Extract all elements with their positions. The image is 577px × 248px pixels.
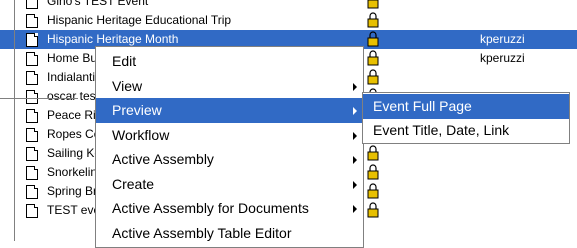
menu-item-edit[interactable]: Edit (96, 49, 363, 74)
menu-item-label: Active Assembly Table Editor (112, 224, 292, 241)
menu-item-label: Preview (112, 102, 162, 118)
menu-item-label: Edit (112, 53, 137, 69)
document-icon (26, 71, 38, 85)
document-icon (26, 185, 38, 199)
menu-item-create[interactable]: Create (96, 172, 363, 197)
document-icon (26, 33, 38, 47)
menu-item-preview[interactable]: Preview (96, 98, 363, 123)
item-title[interactable]: Hispanic Heritage Educational Trip (47, 13, 231, 27)
submenu-item-event-full-page[interactable]: Event Full Page (363, 94, 569, 119)
submenu-arrow-icon (353, 180, 357, 189)
submenu-item-label: Event Full Page (373, 98, 472, 114)
lock-icon (367, 50, 379, 66)
owner-label: kperuzzi (480, 51, 525, 65)
lock-icon (367, 31, 379, 47)
lock-icon (367, 183, 379, 199)
item-title[interactable]: Gino's TEST Event (47, 0, 148, 8)
submenu-arrow-icon (353, 156, 357, 164)
context-menu: Edit View Preview Workflow Active Assembly Cr… (95, 46, 364, 248)
menu-item-workflow[interactable]: Workflow (96, 123, 363, 148)
submenu-arrow-icon (353, 205, 357, 213)
owner-label: kperuzzi (480, 32, 525, 46)
lock-icon (367, 202, 379, 218)
lock-icon (367, 164, 379, 180)
menu-item-label: Create (112, 175, 155, 192)
menu-item-label: Active Assembly (112, 151, 214, 167)
lock-icon (367, 69, 379, 85)
submenu-arrow-icon (353, 82, 357, 91)
document-icon (26, 128, 38, 142)
menu-item-active-assembly-table-editor[interactable]: Active Assembly Table Editor (96, 221, 363, 246)
submenu-arrow-icon (353, 131, 357, 140)
pointer-line (0, 98, 78, 99)
menu-item-active-assembly[interactable]: Active Assembly (96, 147, 363, 172)
item-title[interactable]: Indialantic (47, 70, 101, 84)
tree-connector-line (14, 0, 15, 241)
submenu-arrow-icon (353, 107, 357, 115)
menu-item-active-assembly-for-documents[interactable]: Active Assembly for Documents (96, 196, 363, 221)
document-icon (26, 147, 38, 161)
list-item[interactable]: Gino's TEST Event (0, 0, 577, 11)
document-icon (26, 204, 38, 218)
document-icon (26, 166, 38, 180)
item-title[interactable]: Hispanic Heritage Month (47, 32, 179, 46)
lock-icon (367, 145, 379, 161)
menu-item-label: Workflow (112, 126, 170, 143)
lock-icon (367, 0, 379, 9)
document-icon (26, 90, 38, 104)
item-title[interactable]: oscar test (47, 89, 99, 103)
menu-item-label: Active Assembly for Documents (112, 200, 309, 216)
preview-submenu: Event Full Page Event Title, Date, Link (362, 92, 570, 144)
submenu-item-label: Event Title, Date, Link (373, 122, 510, 138)
menu-item-label: View (112, 77, 143, 94)
document-icon (26, 52, 38, 66)
list-item[interactable]: Hispanic Heritage Educational Trip (0, 11, 577, 30)
submenu-item-event-title-date-link[interactable]: Event Title, Date, Link (363, 118, 569, 143)
menu-item-view[interactable]: View (96, 74, 363, 99)
document-icon (26, 14, 38, 28)
document-icon (26, 109, 38, 123)
lock-icon (367, 12, 379, 28)
document-icon (26, 0, 38, 9)
